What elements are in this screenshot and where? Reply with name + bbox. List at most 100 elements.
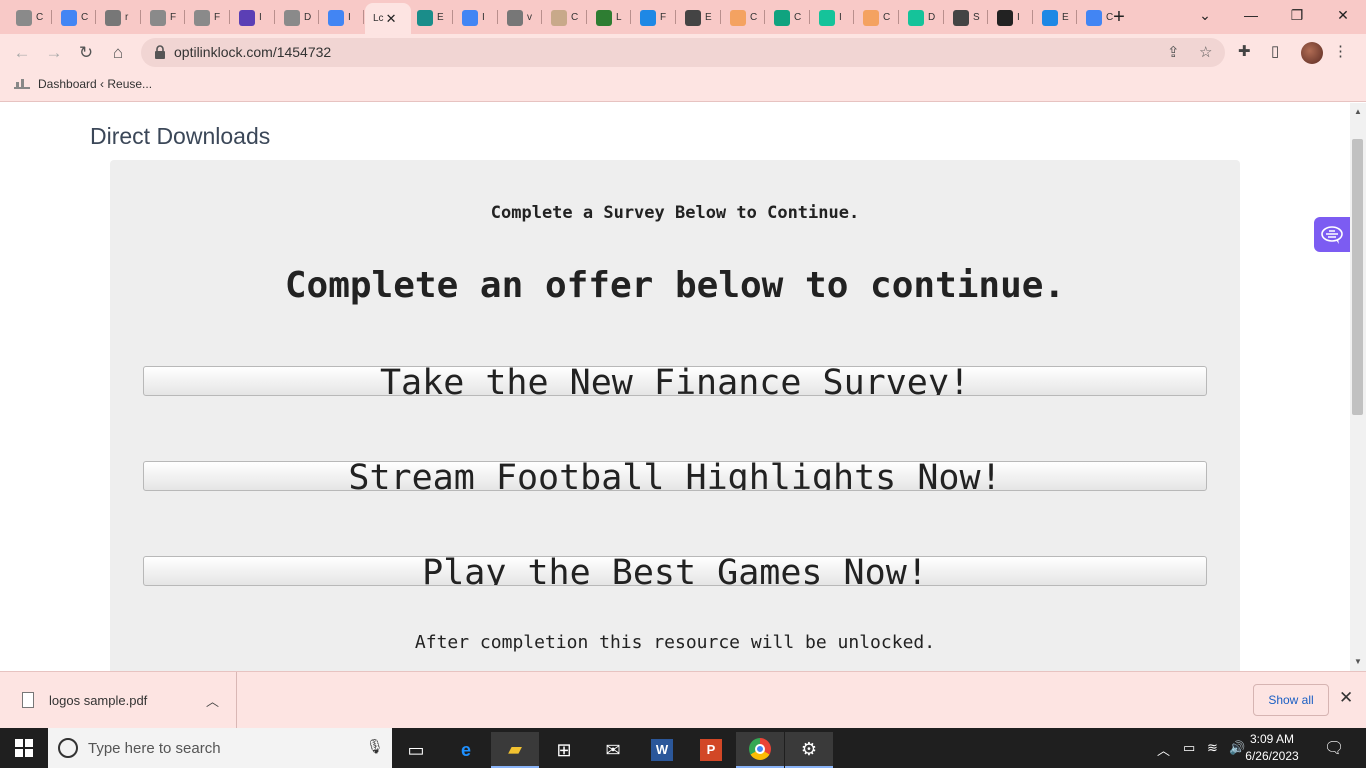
- browser-tab[interactable]: E: [677, 5, 721, 30]
- show-all-downloads-button[interactable]: Show all: [1253, 684, 1329, 716]
- tab-strip: + ⌄ — ❐ ✕ C Cr F F I D I Lc ✕ E Iv C L F E C C I C D S I E C: [0, 0, 1366, 34]
- tab-label: F: [660, 12, 667, 23]
- address-bar[interactable]: optilinklock.com/1454732 ⇪ ☆: [141, 38, 1225, 67]
- wifi-icon[interactable]: ≋: [1207, 740, 1218, 756]
- tab-label: C: [750, 12, 758, 23]
- offer-button-finance[interactable]: Take the New Finance Survey!: [143, 366, 1207, 396]
- unlock-note: After completion this resource will be u…: [414, 632, 936, 653]
- download-file-name[interactable]: logos sample.pdf: [49, 693, 147, 708]
- page-scrollbar[interactable]: ▲ ▼: [1350, 103, 1366, 671]
- close-window-button[interactable]: ✕: [1320, 0, 1366, 30]
- tab-separator: [541, 10, 542, 24]
- site-icon: [150, 9, 166, 26]
- chevron-up-icon[interactable]: ︿: [206, 691, 219, 710]
- microphone-icon[interactable]: 🎙: [366, 738, 384, 755]
- bookmark-star-icon[interactable]: ☆: [1199, 43, 1212, 61]
- page-content: Direct Downloads Complete a Survey Below…: [0, 103, 1350, 671]
- browser-tab[interactable]: L: [588, 5, 632, 30]
- browser-tab[interactable]: S: [945, 5, 989, 30]
- chrome-icon[interactable]: [736, 732, 784, 768]
- close-download-bar-icon[interactable]: ✕: [1339, 688, 1353, 708]
- browser-tab[interactable]: F: [186, 5, 230, 30]
- browser-tab[interactable]: E: [1034, 5, 1078, 30]
- share-icon[interactable]: ⇪: [1167, 43, 1180, 61]
- minimize-button[interactable]: —: [1228, 0, 1274, 30]
- browser-tab[interactable]: C: [766, 5, 810, 30]
- start-button[interactable]: [0, 728, 48, 768]
- home-button[interactable]: ⌂: [106, 41, 130, 65]
- browser-tab[interactable]: C: [722, 5, 766, 30]
- browser-tab[interactable]: D: [276, 5, 320, 30]
- offer-button-games[interactable]: Play the Best Games Now!: [143, 556, 1207, 586]
- tab-label: F: [214, 12, 221, 23]
- page-title: Direct Downloads: [90, 123, 271, 149]
- side-panel-icon[interactable]: ▯: [1271, 42, 1279, 60]
- notifications-icon[interactable]: 🗨: [1324, 738, 1344, 758]
- browser-tab[interactable]: I: [454, 5, 498, 30]
- bookmark-item-dashboard[interactable]: Dashboard ‹ Reuse...: [14, 77, 152, 91]
- tab-separator: [720, 10, 721, 24]
- profile-avatar[interactable]: [1301, 42, 1323, 64]
- offer-button-football[interactable]: Stream Football Highlights Now!: [143, 461, 1207, 491]
- browser-tab[interactable]: r: [97, 5, 141, 30]
- lock-icon[interactable]: [153, 44, 167, 60]
- reload-button[interactable]: ↻: [74, 41, 98, 65]
- browser-tab[interactable]: C: [53, 5, 97, 30]
- browser-tab[interactable]: E: [409, 5, 453, 30]
- windows-logo-icon: [15, 739, 33, 757]
- battery-icon[interactable]: ▭: [1183, 740, 1195, 756]
- scroll-down-arrow-icon[interactable]: ▼: [1354, 657, 1362, 666]
- settings-gear-icon[interactable]: ⚙: [785, 732, 833, 768]
- restore-button[interactable]: ❐: [1274, 0, 1320, 30]
- taskbar-clock[interactable]: 3:09 AM 6/26/2023: [1240, 731, 1304, 765]
- browser-tab[interactable]: F: [142, 5, 186, 30]
- tab-label: C: [794, 12, 802, 23]
- tab-label: v: [527, 12, 532, 23]
- n-icon: [417, 9, 433, 26]
- assistant-extension-button[interactable]: [1314, 217, 1350, 252]
- tab-separator: [95, 10, 96, 24]
- scroll-up-arrow-icon[interactable]: ▲: [1354, 107, 1362, 116]
- tab-separator: [452, 10, 453, 24]
- browser-tab[interactable]: C: [1078, 5, 1122, 30]
- tab-separator: [1076, 10, 1077, 24]
- browser-tab[interactable]: I: [231, 5, 275, 30]
- scrollbar-thumb[interactable]: [1352, 139, 1363, 415]
- bird-icon: [1042, 9, 1058, 26]
- show-hidden-icons-icon[interactable]: ︿: [1157, 740, 1170, 759]
- browser-tab[interactable]: C: [543, 5, 587, 30]
- mail-icon[interactable]: ✉: [589, 732, 637, 768]
- tab-separator: [229, 10, 230, 24]
- windows-taskbar: Type here to search 🎙 ▭ e ▰ ⊞ ✉ W P ⚙ ︿ …: [0, 728, 1366, 768]
- browser-tab[interactable]: I: [320, 5, 364, 30]
- taskbar-search-box[interactable]: Type here to search 🎙: [48, 728, 392, 768]
- tab-label: C: [1106, 12, 1114, 23]
- menu-icon[interactable]: ⋮: [1333, 42, 1348, 60]
- tab-label: L: [616, 12, 622, 23]
- forward-button[interactable]: →: [42, 41, 66, 65]
- store-icon[interactable]: ⊞: [540, 732, 588, 768]
- browser-tab[interactable]: v: [499, 5, 543, 30]
- tab-label: C: [883, 12, 891, 23]
- download-item[interactable]: logos sample.pdf ︿: [0, 672, 237, 729]
- file-explorer-icon[interactable]: ▰: [491, 732, 539, 768]
- edge-icon[interactable]: e: [442, 732, 490, 768]
- url-text[interactable]: optilinklock.com/1454732: [174, 44, 331, 60]
- tab-active[interactable]: Lc ✕: [365, 3, 411, 34]
- browser-tab[interactable]: I: [989, 5, 1033, 30]
- browser-tab[interactable]: C: [855, 5, 899, 30]
- tab-label: C: [81, 12, 89, 23]
- browser-tab[interactable]: C: [8, 5, 52, 30]
- browser-tab[interactable]: I: [811, 5, 855, 30]
- search-placeholder[interactable]: Type here to search: [88, 740, 221, 757]
- browser-tab[interactable]: F: [632, 5, 676, 30]
- close-tab-icon[interactable]: ✕: [386, 11, 397, 27]
- extensions-icon[interactable]: ✚: [1238, 42, 1251, 60]
- powerpoint-icon[interactable]: P: [687, 732, 735, 768]
- browser-tab[interactable]: D: [900, 5, 944, 30]
- word-icon[interactable]: W: [638, 732, 686, 768]
- tab-label: r: [125, 12, 129, 23]
- task-view-icon[interactable]: ▭: [392, 732, 440, 768]
- tab-search-button[interactable]: ⌄: [1182, 0, 1228, 30]
- back-button[interactable]: ←: [10, 41, 34, 65]
